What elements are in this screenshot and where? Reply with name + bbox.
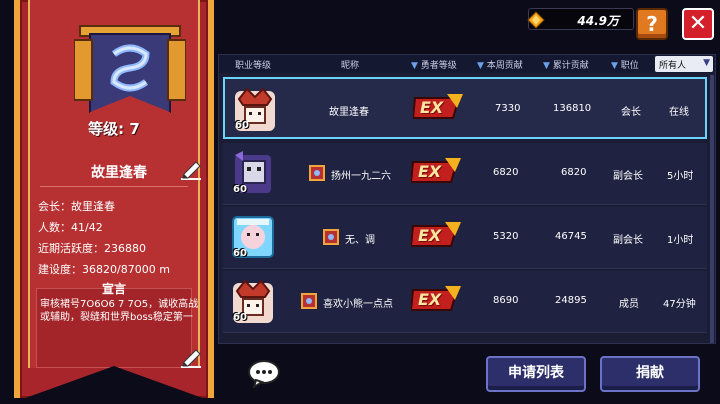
total-contribution: 24895 — [555, 295, 587, 306]
manifesto-text: 审核裙号7O6O6 7 7O5，诚收高战或辅助，裂缝和世界boss稳定第一 — [40, 299, 199, 323]
member-status: 5小时 — [667, 171, 694, 182]
member-role: 成员 — [619, 299, 639, 310]
guild-emblem-icon — [309, 165, 325, 181]
guild-banner: 等级: 7 故里逢春 会长：故里逢春 人数：41/42 近期活跃度：236880… — [14, 0, 214, 400]
guild-emblem-icon — [301, 293, 317, 309]
member-role: 副会长 — [613, 235, 643, 246]
table-row[interactable]: 60 喜欢小熊一点点 EX 8690 24895 成员 47分钟 — [223, 271, 707, 333]
ex-badge-icon: EX — [411, 222, 461, 250]
total-contribution: 46745 — [555, 231, 587, 242]
guild-emblem-icon — [323, 229, 339, 245]
sort-down-icon: ▼ — [411, 61, 418, 71]
guild-info-panel: 等级: 7 故里逢春 会长：故里逢春 人数：41/42 近期活跃度：236880… — [28, 0, 201, 368]
guild-leader: 会长：故里逢春 — [38, 200, 115, 213]
guild-activity: 近期活跃度：236880 — [38, 242, 146, 255]
gold-gem-icon — [527, 11, 545, 29]
header-job-level: 职业等级 — [235, 61, 272, 71]
sort-down-icon: ▼ — [477, 61, 484, 71]
member-status: 47分钟 — [663, 299, 696, 310]
table-header: 职业等级 昵称 ▼ 勇者等级 ▼ 本周贡献 ▼ 累计贡献 ▼ 职位 所有人 ▼ — [219, 55, 715, 73]
header-total-contrib-sort[interactable]: ▼ 累计贡献 — [543, 58, 589, 71]
member-name: 扬州一九二六 — [331, 171, 391, 182]
table-row[interactable]: 60 扬州一九二六 EX 6820 6820 副会长 5小时 — [223, 143, 707, 205]
guild-emblem-icon — [74, 25, 186, 118]
member-status: 在线 — [669, 107, 689, 118]
guild-name: 故里逢春 — [91, 165, 147, 181]
ex-badge-icon: EX — [411, 286, 461, 314]
total-contribution: 6820 — [561, 167, 587, 178]
table-row[interactable]: 60 故里逢春 EX 7330 136810 会长 在线 — [223, 77, 707, 139]
member-status: 1小时 — [667, 235, 694, 246]
edit-name-icon[interactable] — [178, 156, 204, 182]
member-filter-dropdown[interactable]: 所有人 ▼ — [655, 56, 713, 72]
header-position-sort[interactable]: ▼ 职位 — [611, 58, 639, 71]
avatar-level: 60 — [233, 312, 247, 323]
member-role: 会长 — [621, 107, 641, 118]
help-button[interactable]: ? — [636, 8, 668, 40]
week-contribution: 8690 — [493, 295, 519, 306]
avatar-level: 60 — [233, 248, 247, 259]
ex-badge-icon: EX — [411, 158, 461, 186]
sort-down-icon: ▼ — [543, 61, 550, 71]
info-divider — [40, 186, 188, 187]
manifesto-title: 宣言 — [101, 282, 126, 296]
guild-level: 等级: 7 — [88, 120, 140, 138]
member-name: 喜欢小熊一点点 — [323, 299, 393, 310]
header-hero-level-sort[interactable]: ▼ 勇者等级 — [411, 58, 457, 71]
member-name: 无、调 — [345, 235, 375, 246]
ex-badge-icon: EX — [413, 94, 463, 122]
guild-members: 人数：41/42 — [38, 221, 103, 234]
donate-button[interactable]: 捐献 — [600, 356, 700, 392]
close-button[interactable]: ✕ — [682, 8, 714, 40]
week-contribution: 6820 — [493, 167, 519, 178]
header-week-contrib-sort[interactable]: ▼ 本周贡献 — [477, 58, 523, 71]
member-table: 职业等级 昵称 ▼ 勇者等级 ▼ 本周贡献 ▼ 累计贡献 ▼ 职位 所有人 ▼ … — [218, 54, 716, 344]
total-contribution: 136810 — [553, 103, 592, 114]
week-contribution: 7330 — [495, 103, 521, 114]
member-role: 副会长 — [613, 171, 643, 182]
member-name: 故里逢春 — [329, 107, 369, 118]
sort-down-icon: ▼ — [611, 61, 618, 71]
currency-value: 44.9万 — [577, 14, 619, 28]
chevron-down-icon: ▼ — [703, 58, 710, 68]
edit-manifesto-icon[interactable] — [178, 344, 204, 370]
banner-tail — [20, 366, 208, 400]
currency-display: 44.9万 — [527, 8, 634, 30]
table-scrollbar[interactable] — [710, 75, 714, 343]
guild-construction: 建设度：36820/87000 m — [38, 263, 170, 276]
avatar-level: 60 — [235, 120, 249, 131]
apply-list-button[interactable]: 申请列表 — [486, 356, 586, 392]
avatar-level: 60 — [233, 184, 247, 195]
chat-bubble-icon[interactable] — [248, 360, 280, 388]
week-contribution: 5320 — [493, 231, 519, 242]
table-row[interactable]: 60 无、调 EX 5320 46745 副会长 1小时 — [223, 207, 707, 269]
header-nickname: 昵称 — [341, 61, 360, 71]
